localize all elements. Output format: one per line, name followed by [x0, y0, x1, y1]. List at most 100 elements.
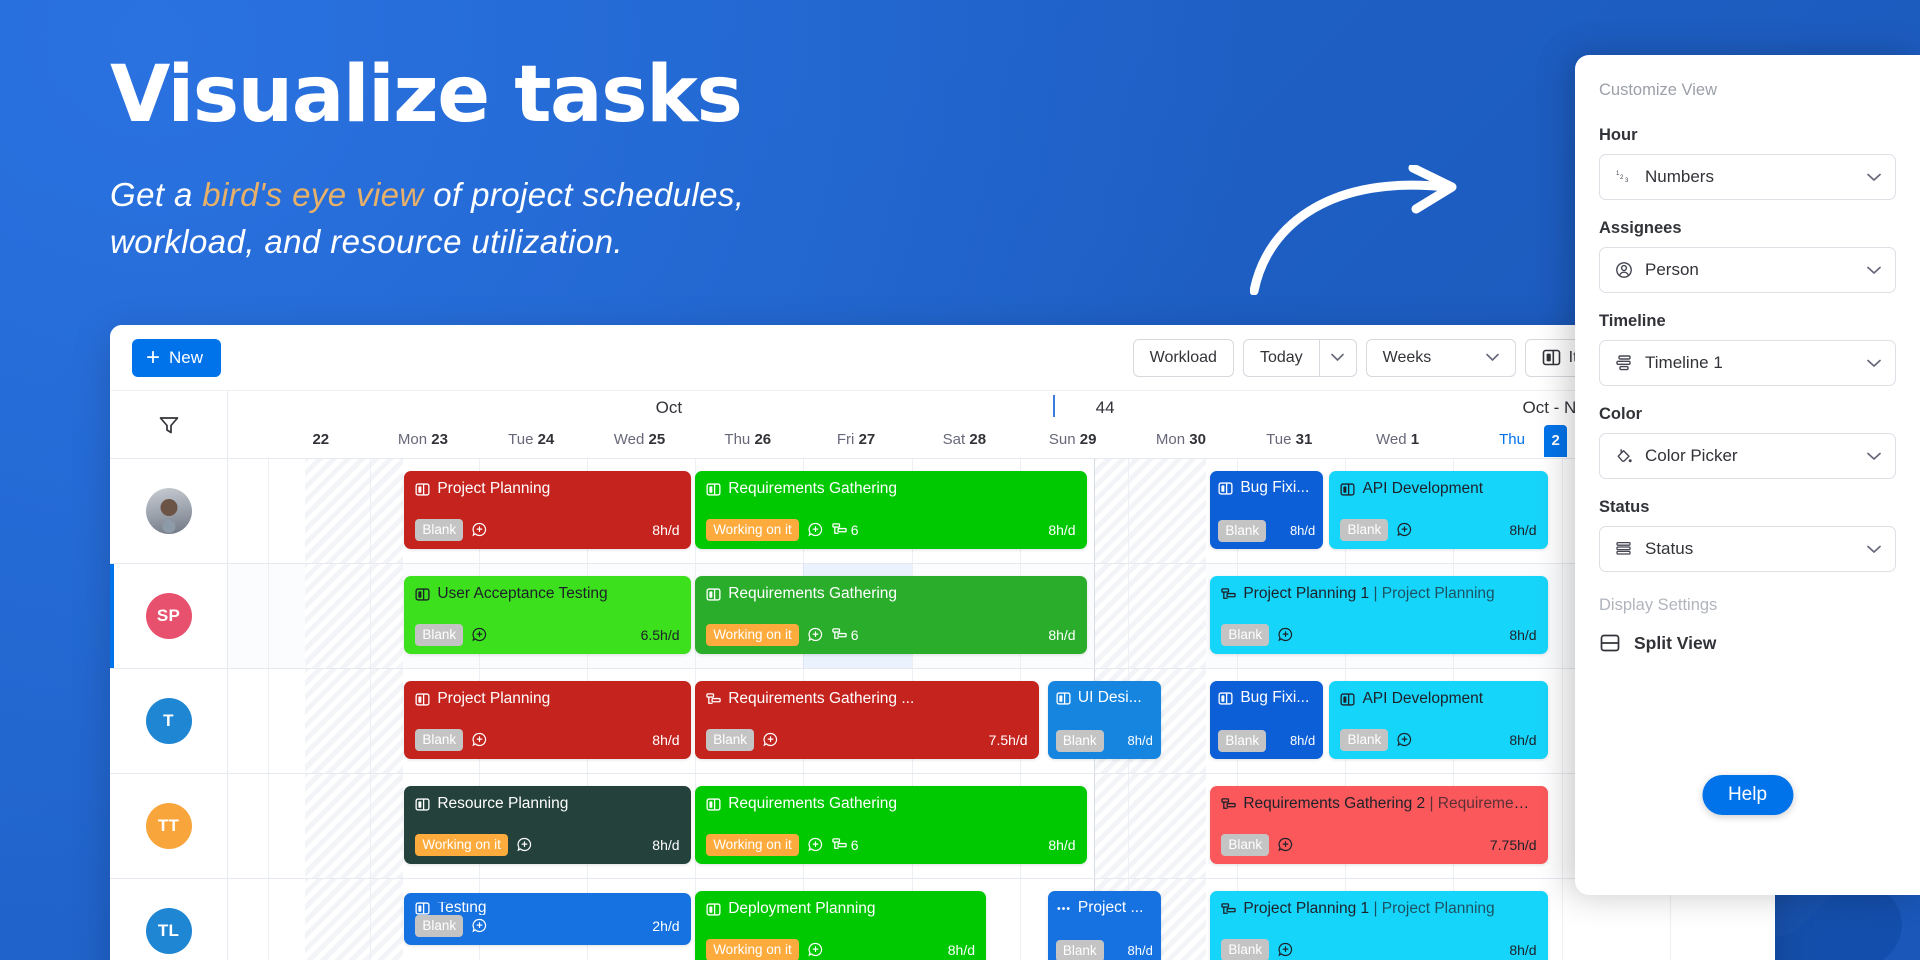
task-bar[interactable]: Requirements Gathering ... Blank 7.5h/d	[695, 681, 1039, 759]
task-bar[interactable]: Project Planning Blank 8h/d	[404, 681, 691, 759]
task-bar[interactable]: Project Planning 1 | Project Planning Bla…	[1210, 891, 1548, 960]
day-label[interactable]: Thu 26	[724, 431, 771, 448]
comment-plus-icon[interactable]	[1397, 522, 1412, 537]
day-label[interactable]: Wed 1	[1376, 431, 1419, 448]
task-bar[interactable]: Requirements Gathering Working on it 6 8h/d	[695, 576, 1087, 654]
status-badge[interactable]: Blank	[1340, 728, 1389, 751]
avatar[interactable]: T	[145, 698, 192, 744]
task-bar[interactable]: Bug Fixi... Blank 8h/d	[1210, 681, 1324, 759]
task-bar[interactable]: Bug Fixi... Blank 8h/d	[1210, 471, 1324, 549]
comment-plus-icon[interactable]	[1278, 837, 1293, 852]
day-label[interactable]: Sat 28	[943, 431, 986, 448]
split-view-toggle[interactable]: Split View	[1599, 632, 1896, 654]
status-badge[interactable]: Blank	[1218, 519, 1267, 542]
assignee-cell[interactable]: TT	[110, 774, 227, 879]
help-button[interactable]: Help	[1701, 775, 1794, 815]
comment-plus-icon[interactable]	[472, 522, 487, 537]
status-badge[interactable]: Blank	[415, 518, 464, 541]
task-hours: 8h/d	[1509, 521, 1537, 538]
status-badge[interactable]: Working on it	[706, 518, 799, 541]
customize-select-hour[interactable]: 1 2 3 Numbers	[1599, 154, 1896, 200]
day-label[interactable]: Fri 27	[837, 431, 875, 448]
comment-plus-icon[interactable]	[808, 627, 823, 642]
comment-plus-icon[interactable]	[763, 732, 778, 747]
workload-button[interactable]: Workload	[1132, 338, 1234, 377]
customize-select-timeline[interactable]: Timeline 1	[1599, 340, 1896, 386]
task-bar[interactable]: User Acceptance Testing Blank 6.5h/d	[404, 576, 691, 654]
task-bar[interactable]: Project Planning Blank 8h/d	[404, 471, 691, 549]
day-number: 28	[969, 431, 987, 448]
comment-plus-icon[interactable]	[1278, 942, 1293, 957]
avatar[interactable]: SP	[145, 593, 192, 639]
comment-plus-icon[interactable]	[1278, 627, 1293, 642]
timeline-row[interactable]: Project Planning Blank 8h/d Requirements Ga…	[228, 669, 1775, 774]
status-badge[interactable]: Working on it	[415, 833, 508, 856]
today-dropdown-button[interactable]	[1318, 338, 1357, 377]
day-label[interactable]: Wed 25	[614, 431, 665, 448]
comment-plus-icon[interactable]	[1397, 732, 1412, 747]
customize-group-label: Hour	[1599, 126, 1638, 144]
status-badge[interactable]: Blank	[1221, 623, 1270, 646]
avatar[interactable]	[145, 488, 192, 534]
task-bar[interactable]: Resource Planning Working on it 8h/d	[404, 786, 691, 864]
task-bar[interactable]: Project ... Blank 8h/d	[1047, 891, 1161, 960]
day-label-today[interactable]: Thu	[1499, 431, 1525, 448]
customize-select-status[interactable]: Status	[1599, 526, 1896, 572]
today-button[interactable]: Today	[1242, 338, 1319, 377]
day-label[interactable]: Sun 29	[1049, 431, 1097, 448]
assignee-cell[interactable]	[110, 459, 227, 564]
task-bar[interactable]: Requirements Gathering Working on it 6 8h/d	[695, 786, 1087, 864]
status-badge[interactable]: Blank	[1221, 938, 1270, 960]
task-bar[interactable]: Project Planning 1 | Project Planning Bla…	[1210, 576, 1548, 654]
assignee-cell[interactable]: SP	[110, 564, 227, 669]
status-badge[interactable]: Working on it	[706, 833, 799, 856]
status-badge[interactable]: Blank	[1340, 518, 1389, 541]
customize-select-color[interactable]: Color Picker	[1599, 433, 1896, 479]
status-badge[interactable]: Blank	[415, 623, 464, 646]
timeline-row[interactable]: Project Planning Blank 8h/d Requirements Ga…	[228, 459, 1775, 564]
task-bar[interactable]: Requirements Gathering 2 | Requirement..…	[1210, 786, 1548, 864]
status-badge[interactable]: Blank	[1055, 939, 1104, 960]
comment-plus-icon[interactable]	[517, 837, 532, 852]
task-bar[interactable]: API Development Blank 8h/d	[1329, 681, 1548, 759]
comment-plus-icon[interactable]	[472, 918, 487, 933]
assignee-cell[interactable]: TL	[110, 879, 227, 960]
status-badge[interactable]: Blank	[415, 914, 464, 937]
day-label[interactable]: Mon 30	[1156, 431, 1206, 448]
task-bar[interactable]: Testing Blank 2h/d	[404, 893, 691, 945]
avatar[interactable]: TT	[145, 803, 192, 849]
weeks-select[interactable]: Weeks	[1365, 338, 1516, 377]
task-bar[interactable]: API Development Blank 8h/d	[1329, 471, 1548, 549]
comment-plus-icon[interactable]	[808, 942, 823, 957]
status-badge[interactable]: Blank	[415, 728, 464, 751]
new-button[interactable]: + New	[132, 338, 222, 377]
customize-select-assignees[interactable]: Person	[1599, 247, 1896, 293]
status-badge[interactable]: Blank	[706, 728, 754, 751]
task-bar[interactable]: Requirements Gathering Working on it 6 8h/d	[695, 471, 1087, 549]
status-badge[interactable]: Blank	[1221, 833, 1270, 856]
task-header: UI Desi...	[1056, 689, 1153, 707]
task-bar[interactable]: UI Desi... Blank 8h/d	[1047, 681, 1161, 759]
day-label[interactable]: Mon 23	[398, 431, 448, 448]
status-badge[interactable]: Working on it	[706, 623, 799, 646]
timeline-lanes[interactable]: Project Planning Blank 8h/d Requirements Ga…	[228, 459, 1775, 960]
timeline-row[interactable]: Resource Planning Working on it 8h/d Requir…	[228, 774, 1775, 879]
day-label[interactable]: Tue 24	[508, 431, 554, 448]
day-label[interactable]: Tue 31	[1266, 431, 1312, 448]
status-badge[interactable]: Blank	[1218, 729, 1267, 752]
task-bar[interactable]: Deployment Planning Working on it 8h/d	[695, 891, 987, 960]
avatar[interactable]: TL	[145, 908, 192, 954]
day-label[interactable]: 22	[312, 431, 329, 448]
comment-plus-icon[interactable]	[808, 837, 823, 852]
today-day-pill[interactable]: 2	[1544, 425, 1567, 457]
status-badge[interactable]: Blank	[1055, 729, 1104, 752]
grid-column-line	[1128, 564, 1130, 668]
comment-plus-icon[interactable]	[472, 732, 487, 747]
filter-button[interactable]	[110, 391, 228, 458]
comment-plus-icon[interactable]	[472, 627, 487, 642]
comment-plus-icon[interactable]	[808, 522, 823, 537]
assignee-cell[interactable]: T	[110, 669, 227, 774]
timeline-row[interactable]: User Acceptance Testing Blank 6.5h/d Requir…	[228, 564, 1775, 669]
status-badge[interactable]: Working on it	[706, 938, 799, 960]
timeline-row[interactable]: Testing Blank 2h/d Deployment Planning Worki…	[228, 879, 1775, 960]
